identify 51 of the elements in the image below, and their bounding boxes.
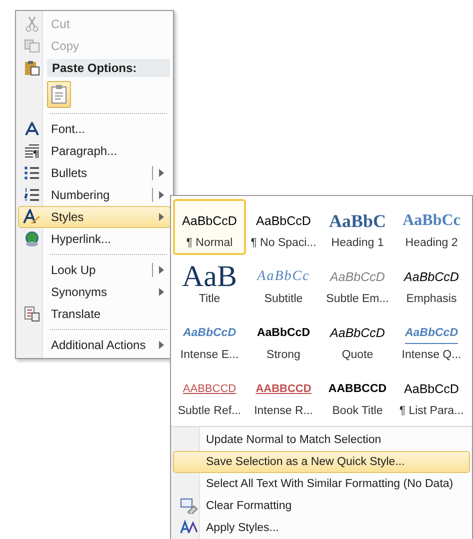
style-tile[interactable]: AABBCCD Subtle Ref... [173,367,246,423]
menu-item[interactable]: Additional Actions [18,334,171,356]
numbering-icon [24,188,40,202]
font-icon [25,122,39,136]
style-tile[interactable]: AABBCCD Book Title [321,367,394,423]
style-tile[interactable]: AaBbCc Subtitle [247,255,320,311]
style-tile[interactable]: AABBCCD Intense R... [247,367,320,423]
globe-icon [24,231,40,247]
menu-item[interactable]: Apply Styles... [173,517,470,539]
menu-item[interactable]: Styles [18,206,171,228]
submenu-arrow-icon [159,169,164,177]
style-tile[interactable]: AaBbCcD ¶ List Para... [395,367,468,423]
styles-icon [180,520,198,536]
menu-item[interactable]: Numbering [18,184,171,206]
submenu-arrow-icon [159,213,164,221]
paragraph-icon [24,144,40,158]
style-tile[interactable]: AaBbCcD Intense E... [173,311,246,367]
menu-item[interactable]: Look Up [18,259,171,281]
submenu-arrow-icon [159,191,164,199]
submenu-arrow-icon [159,288,164,296]
menu-item[interactable]: Save Selection as a New Quick Style... [173,451,470,473]
style-tile[interactable]: AaBbCcD Emphasis [395,255,468,311]
menu-item[interactable]: Bullets [18,162,171,184]
menu-item[interactable]: Update Normal to Match Selection [173,429,470,451]
style-tile[interactable]: AaBbCcD Quote [321,311,394,367]
styles-icon [23,209,41,225]
style-tile[interactable]: AaB Title [173,255,246,311]
clipboard-icon [24,60,40,76]
style-tile[interactable]: AaBbCcD Intense Q... [395,311,468,367]
paste-button[interactable] [47,80,71,108]
menu-item[interactable]: Hyperlink... [18,228,171,250]
scissors-icon [25,16,39,32]
style-tile[interactable]: AaBbCc Heading 2 [395,199,468,255]
menu-item[interactable]: Synonyms [18,281,171,303]
submenu-arrow-icon [159,341,164,349]
menu-item[interactable]: Translate [18,303,171,325]
menu-item[interactable]: Clear Formatting [173,495,470,517]
copy-icon [24,39,40,53]
bullets-icon [24,166,40,180]
style-tile[interactable]: AaBbCcD ¶ Normal [173,199,246,255]
style-tile[interactable]: AaBbCcD Subtle Em... [321,255,394,311]
submenu-arrow-icon [159,266,164,274]
section-header: Paste Options: [47,59,170,77]
style-tile[interactable]: AaBbC Heading 1 [321,199,394,255]
style-tile[interactable]: AaBbCcD ¶ No Spaci... [247,199,320,255]
menu-item[interactable]: Select All Text With Similar Formatting (No Data) [173,473,470,495]
eraser-icon [180,498,198,514]
style-tile[interactable]: AaBbCcD Strong [247,311,320,367]
menu-item[interactable]: Font... [18,118,171,140]
menu-item[interactable]: Paragraph... [18,140,171,162]
translate-icon [24,306,40,322]
